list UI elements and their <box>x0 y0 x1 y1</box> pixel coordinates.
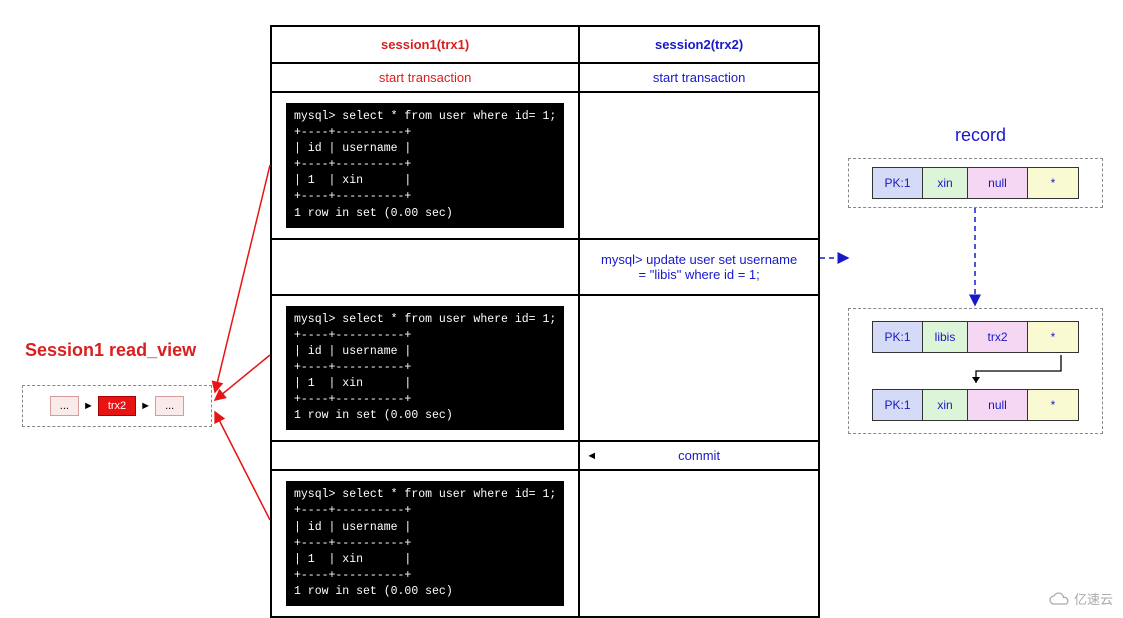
rec-bot-val: xin <box>923 390 968 420</box>
record-box-chain: PK:1 libis trx2 * PK:1 xin null * <box>848 308 1103 434</box>
commit-label: commit <box>678 448 720 463</box>
readview-arrow-1: ► <box>83 400 94 412</box>
s2-start-transaction: start transaction <box>579 63 819 92</box>
watermark: 亿速云 <box>1048 589 1113 608</box>
s2-empty2 <box>579 295 819 442</box>
readview-box: ... ► trx2 ► ... <box>22 385 212 427</box>
rec-mid-pk: PK:1 <box>873 322 923 352</box>
rec-top-trx: null <box>968 168 1028 198</box>
readview-title: Session1 read_view <box>25 340 196 361</box>
s2-commit: ◄ commit <box>579 441 819 470</box>
record-title: record <box>955 125 1006 146</box>
rec-mid-ptr: * <box>1028 322 1078 352</box>
rec-mid-trx: trx2 <box>968 322 1028 352</box>
s1-query2-cell: mysql> select * from user where id= 1; +… <box>271 295 579 442</box>
rec-bot-ptr: * <box>1028 390 1078 420</box>
commit-arrow-icon: ◄ <box>586 450 597 462</box>
rec-top-ptr: * <box>1028 168 1078 198</box>
readview-node-left: ... <box>50 396 79 416</box>
s2-empty3 <box>579 470 819 617</box>
rec-mid-val: libis <box>923 322 968 352</box>
record-box-top: PK:1 xin null * <box>848 158 1103 208</box>
readview-arrow-2: ► <box>140 400 151 412</box>
s2-empty1 <box>579 92 819 239</box>
session1-header: session1(trx1) <box>271 26 579 63</box>
rec-top-val: xin <box>923 168 968 198</box>
record-chain-arrow <box>866 353 1086 389</box>
s1-query3-cell: mysql> select * from user where id= 1; +… <box>271 470 579 617</box>
readview-node-trx2: trx2 <box>98 396 136 416</box>
rec-bot-pk: PK:1 <box>873 390 923 420</box>
rec-bot-trx: null <box>968 390 1028 420</box>
s1-query1-cell: mysql> select * from user where id= 1; +… <box>271 92 579 239</box>
record-row-bot: PK:1 xin null * <box>872 389 1079 421</box>
session2-header: session2(trx2) <box>579 26 819 63</box>
sessions-table: session1(trx1) session2(trx2) start tran… <box>270 25 820 618</box>
s1-empty1 <box>271 239 579 295</box>
s2-update-stmt: mysql> update user set username = "libis… <box>579 239 819 295</box>
readview-node-right: ... <box>155 396 184 416</box>
terminal-output-2: mysql> select * from user where id= 1; +… <box>286 306 564 431</box>
cloud-icon <box>1048 592 1070 606</box>
s1-start-transaction: start transaction <box>271 63 579 92</box>
rec-top-pk: PK:1 <box>873 168 923 198</box>
s1-empty2 <box>271 441 579 470</box>
record-row-top: PK:1 xin null * <box>872 167 1079 199</box>
terminal-output-3: mysql> select * from user where id= 1; +… <box>286 481 564 606</box>
watermark-text: 亿速云 <box>1074 589 1113 608</box>
record-row-mid: PK:1 libis trx2 * <box>872 321 1079 353</box>
terminal-output-1: mysql> select * from user where id= 1; +… <box>286 103 564 228</box>
